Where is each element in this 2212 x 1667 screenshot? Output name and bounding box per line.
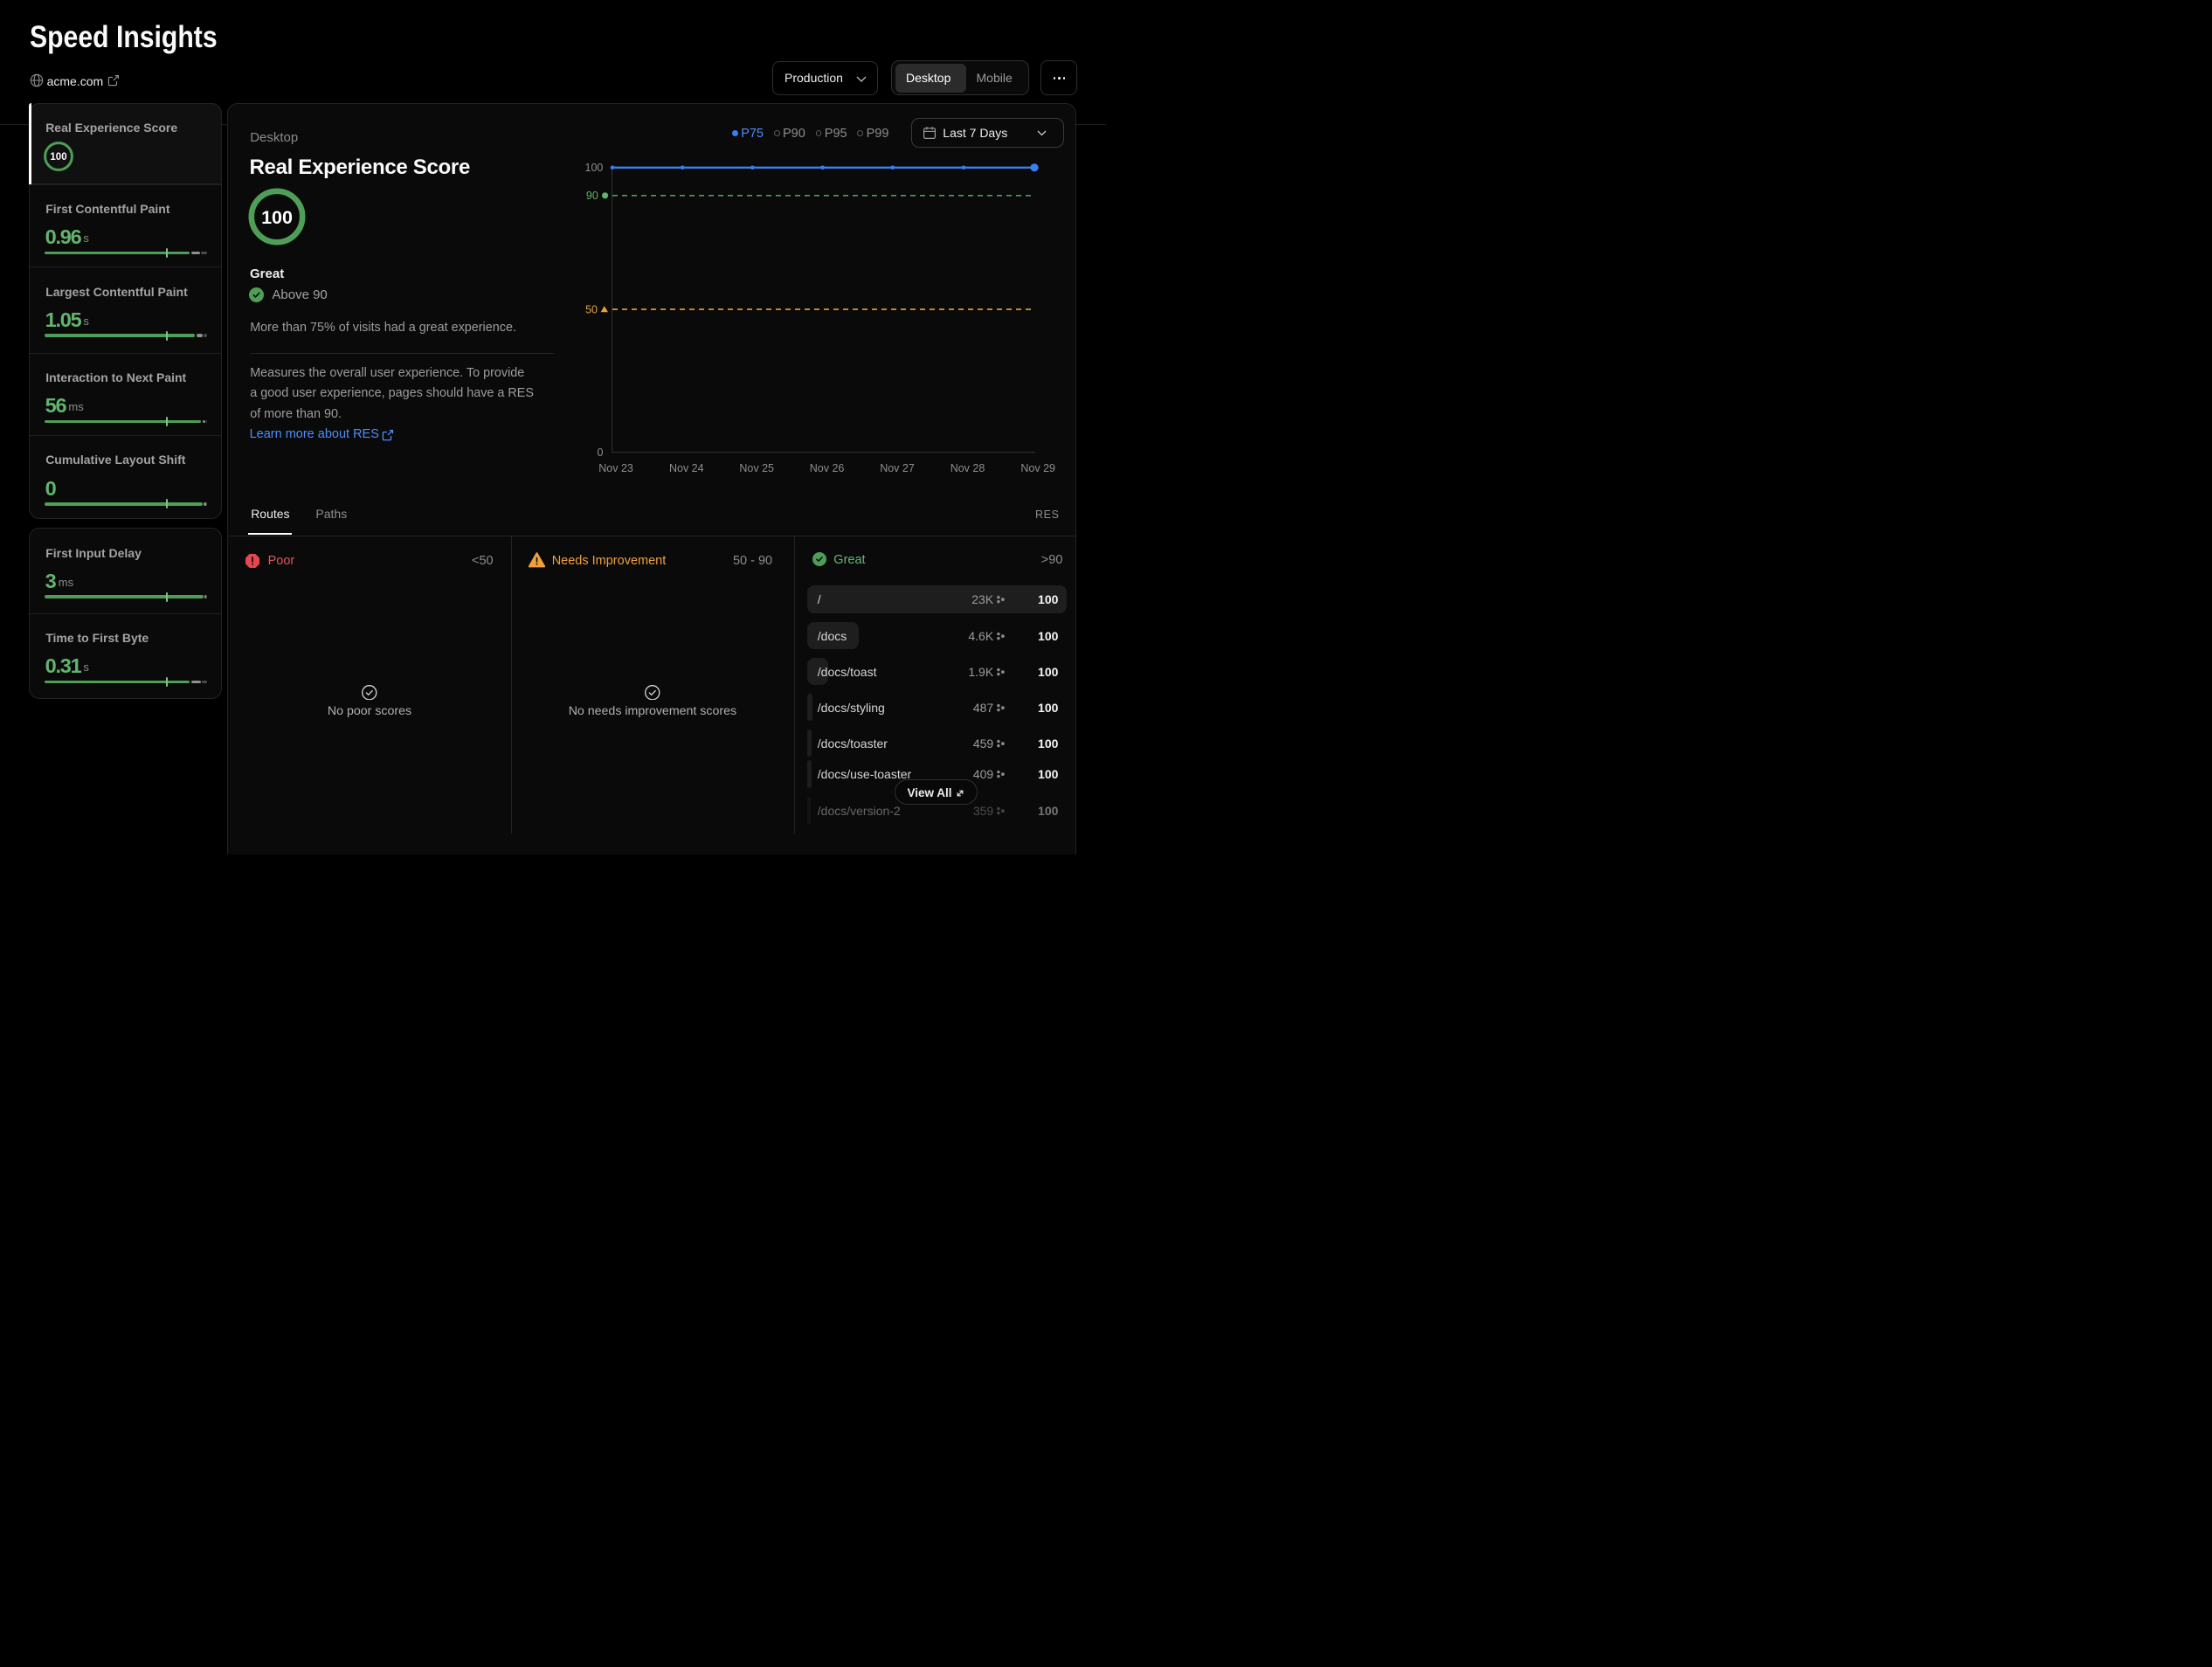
svg-text:Nov 28: Nov 28 — [950, 462, 985, 474]
svg-text:Nov 24: Nov 24 — [669, 462, 704, 474]
svg-text:100: 100 — [50, 152, 66, 163]
svg-text:100: 100 — [585, 162, 604, 174]
svg-text:Nov 27: Nov 27 — [880, 462, 915, 474]
svg-text:Nov 23: Nov 23 — [598, 462, 633, 474]
svg-text:100: 100 — [261, 206, 293, 227]
svg-text:Nov 25: Nov 25 — [739, 462, 774, 474]
svg-text:90: 90 — [586, 190, 598, 202]
svg-text:50: 50 — [585, 304, 598, 316]
svg-text:0: 0 — [597, 446, 603, 459]
svg-text:Nov 29: Nov 29 — [1020, 462, 1055, 474]
svg-text:Nov 26: Nov 26 — [810, 462, 845, 474]
